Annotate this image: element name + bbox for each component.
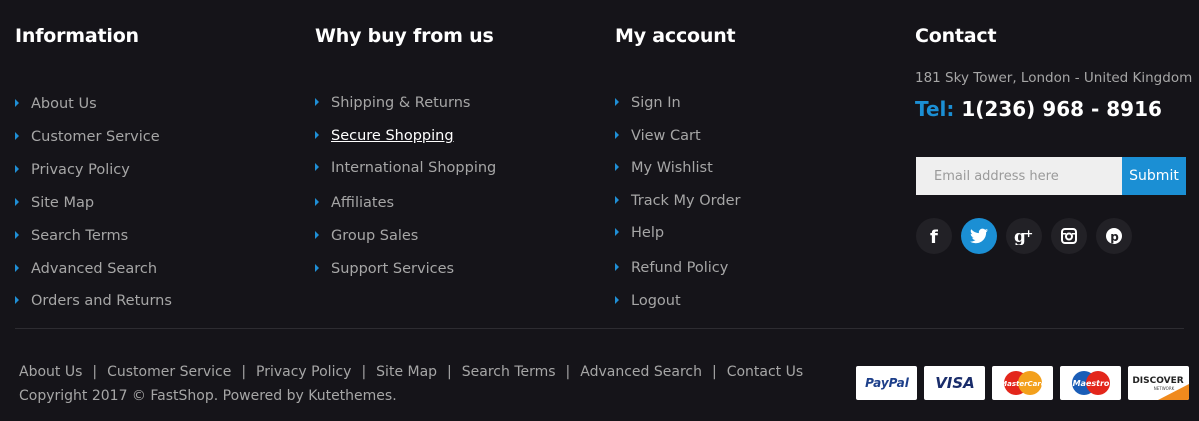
discover-sub-label: NETWORK <box>1154 386 1175 391</box>
caret-right-icon <box>315 163 319 171</box>
discover-label: DISCOVER <box>1132 376 1183 386</box>
separator: | <box>565 364 571 380</box>
pinterest-icon[interactable]: p <box>1096 218 1132 254</box>
footer-link-my-wishlist[interactable]: My Wishlist <box>615 159 713 177</box>
footer-column-my-account: My account Sign In View Cart My Wishlist… <box>615 24 740 309</box>
caret-right-icon <box>315 231 319 239</box>
column-title: My account <box>615 25 736 47</box>
visa-logo: VISA <box>924 366 985 400</box>
footer-link-international-shopping[interactable]: International Shopping <box>315 159 496 177</box>
caret-right-icon <box>15 198 19 206</box>
footer-link-support-services[interactable]: Support Services <box>315 260 454 278</box>
bottom-links: About Us | Customer Service | Privacy Policy… <box>19 364 803 380</box>
footer-link-site-map[interactable]: Site Map <box>15 194 94 212</box>
separator: | <box>711 364 717 380</box>
footer-link-advanced-search[interactable]: Advanced Search <box>15 260 157 278</box>
footer-link-affiliates[interactable]: Affiliates <box>315 194 394 212</box>
newsletter-submit-button[interactable]: Submit <box>1122 157 1186 195</box>
payment-methods: PayPal VISA MasterCard Maestro DISCOVER N… <box>856 366 1189 400</box>
bottom-link-advanced-search[interactable]: Advanced Search <box>580 364 702 380</box>
footer-link-help[interactable]: Help <box>615 224 664 242</box>
copyright-text: Copyright 2017 © FastShop. Powered by Ku… <box>19 388 397 404</box>
footer-link-customer-service[interactable]: Customer Service <box>15 128 160 146</box>
bottom-link-contact-us[interactable]: Contact Us <box>727 364 803 380</box>
footer-column-contact: Contact <box>915 24 997 48</box>
bottom-link-customer-service[interactable]: Customer Service <box>107 364 231 380</box>
caret-right-icon <box>15 231 19 239</box>
separator: | <box>361 364 367 380</box>
caret-right-icon <box>315 198 319 206</box>
visa-label: VISA <box>935 374 975 392</box>
footer-link-view-cart[interactable]: View Cart <box>615 127 701 145</box>
footer-link-orders-and-returns[interactable]: Orders and Returns <box>15 292 172 310</box>
svg-text:f: f <box>930 227 938 245</box>
bottom-link-search-terms[interactable]: Search Terms <box>462 364 556 380</box>
phone-number: 1(236) 968 - 8916 <box>961 97 1162 121</box>
caret-right-icon <box>615 131 619 139</box>
svg-text:+: + <box>1024 227 1033 240</box>
svg-text:p: p <box>1110 230 1119 244</box>
footer-link-group-sales[interactable]: Group Sales <box>315 227 418 245</box>
caret-right-icon <box>615 228 619 236</box>
caret-right-icon <box>15 296 19 304</box>
caret-right-icon <box>615 296 619 304</box>
footer-link-track-my-order[interactable]: Track My Order <box>615 192 740 210</box>
caret-right-icon <box>15 264 19 272</box>
footer-link-shipping-returns[interactable]: Shipping & Returns <box>315 94 470 112</box>
newsletter-form: Submit <box>916 157 1186 195</box>
separator: | <box>241 364 247 380</box>
separator: | <box>92 364 98 380</box>
column-title: Information <box>15 25 139 47</box>
caret-right-icon <box>615 263 619 271</box>
paypal-logo: PayPal <box>856 366 917 400</box>
caret-right-icon <box>315 98 319 106</box>
footer-link-refund-policy[interactable]: Refund Policy <box>615 259 728 277</box>
footer-link-about-us[interactable]: About Us <box>15 95 97 113</box>
footer-link-sign-in[interactable]: Sign In <box>615 94 681 112</box>
paypal-label: PayPal <box>865 376 910 390</box>
caret-right-icon <box>15 99 19 107</box>
contact-address: 181 Sky Tower, London - United Kingdom <box>915 70 1193 86</box>
mastercard-logo: MasterCard <box>992 366 1053 400</box>
newsletter-email-input[interactable] <box>916 157 1122 195</box>
phone-label: Tel: <box>915 97 955 121</box>
bottom-link-about-us[interactable]: About Us <box>19 364 82 380</box>
caret-right-icon <box>315 264 319 272</box>
caret-right-icon <box>15 132 19 140</box>
separator: | <box>447 364 452 380</box>
caret-right-icon <box>615 98 619 106</box>
footer-link-search-terms[interactable]: Search Terms <box>15 227 128 245</box>
maestro-label: Maestro <box>1072 379 1109 388</box>
maestro-logo: Maestro <box>1060 366 1121 400</box>
bottom-link-site-map[interactable]: Site Map <box>376 364 437 380</box>
caret-right-icon <box>615 163 619 171</box>
twitter-icon[interactable] <box>961 218 997 254</box>
footer-column-why-buy: Why buy from us Shipping & Returns Secur… <box>315 24 496 277</box>
footer-link-privacy-policy[interactable]: Privacy Policy <box>15 161 130 179</box>
discover-logo: DISCOVER NETWORK <box>1128 366 1189 400</box>
column-title: Contact <box>915 25 997 47</box>
contact-phone: Tel: 1(236) 968 - 8916 <box>915 97 1162 121</box>
footer-divider <box>15 328 1184 329</box>
google-plus-icon[interactable]: g + <box>1006 218 1042 254</box>
column-title: Why buy from us <box>315 25 494 47</box>
bottom-link-privacy-policy[interactable]: Privacy Policy <box>256 364 351 380</box>
caret-right-icon <box>615 196 619 204</box>
instagram-icon[interactable] <box>1051 218 1087 254</box>
mastercard-label: MasterCard <box>1000 380 1046 388</box>
footer-link-secure-shopping[interactable]: Secure Shopping <box>315 127 454 145</box>
caret-right-icon <box>315 131 319 139</box>
social-links: f g + p <box>916 218 1132 254</box>
facebook-icon[interactable]: f <box>916 218 952 254</box>
caret-right-icon <box>15 165 19 173</box>
footer-column-information: Information About Us Customer Service Pr… <box>15 24 172 309</box>
footer-link-logout[interactable]: Logout <box>615 292 681 310</box>
